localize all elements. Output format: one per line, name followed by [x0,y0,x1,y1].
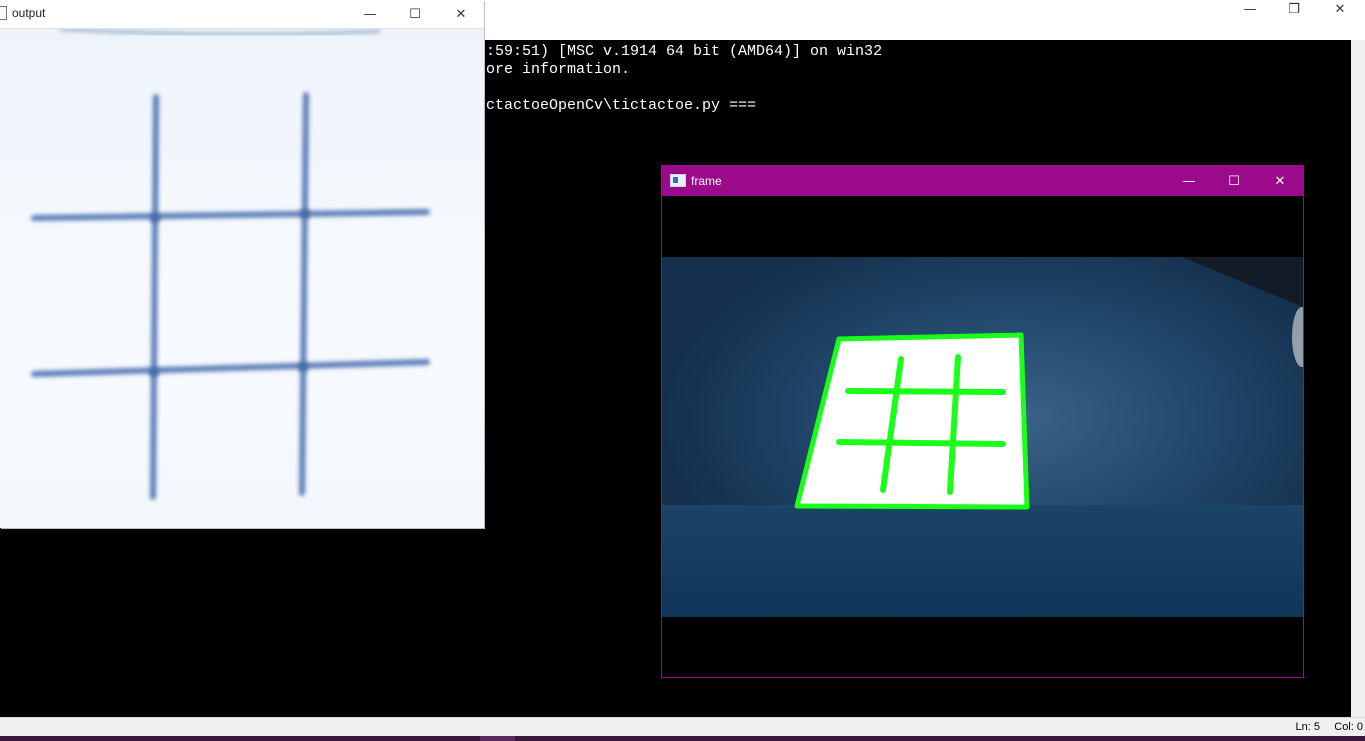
shell-output-text: :59:51) [MSC v.1914 64 bit (AMD64)] on w… [486,43,882,115]
shell-line: ctactoeOpenCv\tictactoe.py === [486,97,757,114]
status-line-number: Ln: 5 [1295,721,1320,733]
output-image [0,29,484,528]
window-app-icon [0,6,7,20]
detected-board-outline [794,332,1030,510]
camera-frame-image [662,257,1312,617]
warped-board-image [0,29,484,528]
shell-close-button[interactable]: ✕ [1317,0,1363,18]
output-maximize-button[interactable]: ☐ [392,0,438,28]
shell-scrollbar[interactable] [1351,40,1365,717]
taskbar [0,736,1365,741]
output-minimize-button[interactable]: — [347,0,393,28]
grid-line-vertical [299,92,309,496]
frame-video-area [662,197,1312,677]
window-app-icon [670,174,686,187]
shell-restore-button[interactable]: ❐ [1271,0,1317,18]
detected-grid-line [836,439,1006,447]
frame-maximize-button[interactable]: ☐ [1211,166,1257,196]
frame-close-button[interactable]: ✕ [1257,166,1303,196]
grid-line-vertical [150,94,159,500]
frame-window-title: frame [691,174,722,188]
frame-window[interactable]: frame — ☐ ✕ [661,165,1312,678]
shell-line: :59:51) [MSC v.1914 64 bit (AMD64)] on w… [486,43,883,60]
status-column-number: Col: 0 [1334,721,1363,733]
frame-window-titlebar[interactable]: frame — ☐ ✕ [662,166,1303,196]
output-window[interactable]: output — ☐ ✕ [0,0,484,528]
shell-line: ore information. [486,61,631,78]
taskbar-active-item[interactable] [480,736,515,741]
status-bar: Ln: 5 Col: 0 [0,717,1365,736]
frame-minimize-button[interactable]: — [1166,166,1212,196]
output-close-button[interactable]: ✕ [438,0,484,28]
shell-minimize-button[interactable]: — [1227,0,1273,18]
output-window-title: output [12,6,46,20]
detected-grid-line [845,388,1006,395]
output-window-titlebar[interactable]: output — ☐ ✕ [0,0,484,29]
